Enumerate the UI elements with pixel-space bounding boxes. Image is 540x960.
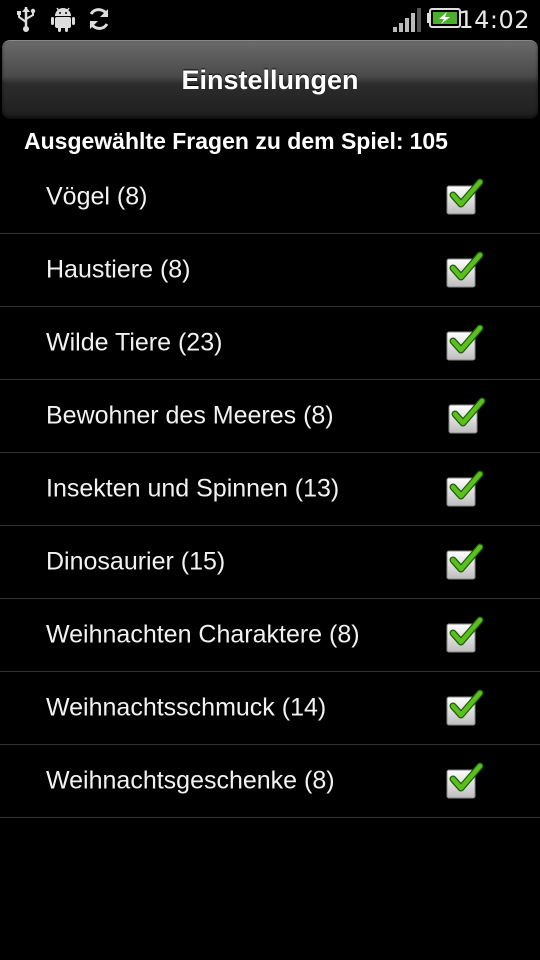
category-label: Dinosaurier (15) [46, 547, 226, 576]
list-item[interactable]: Dinosaurier (15) [0, 526, 540, 599]
category-label: Weihnachten Charaktere (8) [46, 620, 360, 649]
list-item[interactable]: Weihnachtsgeschenke (8) [0, 745, 540, 818]
category-list: Vögel (8) Haustiere (8) Wilde Tiere (23) Be… [0, 161, 540, 818]
list-item[interactable]: Insekten und Spinnen (13) [0, 453, 540, 526]
checkbox-checked-icon[interactable] [446, 178, 484, 216]
category-label: Weihnachtsschmuck (14) [46, 693, 327, 722]
list-item[interactable]: Weihnachtsschmuck (14) [0, 672, 540, 745]
summary-label: Ausgewählte Fragen zu dem Spiel: [24, 128, 404, 154]
clock: 14:02 [458, 6, 530, 34]
checkbox-checked-icon[interactable] [446, 324, 484, 362]
selected-questions-summary: Ausgewählte Fragen zu dem Spiel: 105 [24, 128, 448, 155]
signal-icon [393, 8, 421, 32]
android-debug-icon [51, 7, 75, 32]
category-label: Vögel (8) [46, 182, 148, 211]
list-item[interactable]: Wilde Tiere (23) [0, 307, 540, 380]
checkbox-checked-icon[interactable] [446, 762, 484, 800]
list-item[interactable]: Haustiere (8) [0, 234, 540, 307]
category-label: Haustiere (8) [46, 255, 191, 284]
category-label: Bewohner des Meeres (8) [46, 401, 334, 430]
checkbox-checked-icon[interactable] [446, 251, 484, 289]
category-label: Weihnachtsgeschenke (8) [46, 766, 335, 795]
battery-charging-icon [427, 8, 461, 28]
sync-icon [89, 8, 109, 30]
checkbox-checked-icon[interactable] [446, 470, 484, 508]
usb-icon [17, 7, 36, 32]
category-label: Wilde Tiere (23) [46, 328, 223, 357]
list-item[interactable]: Vögel (8) [0, 161, 540, 234]
checkbox-checked-icon[interactable] [446, 616, 484, 654]
status-bar: 14:02 [0, 0, 540, 38]
list-item[interactable]: Weihnachten Charaktere (8) [0, 599, 540, 672]
title-bar: Einstellungen [2, 40, 538, 119]
checkbox-checked-icon[interactable] [446, 543, 484, 581]
list-item[interactable]: Bewohner des Meeres (8) [0, 380, 540, 453]
summary-count: 105 [409, 128, 448, 154]
category-label: Insekten und Spinnen (13) [46, 474, 340, 503]
checkbox-checked-icon[interactable] [448, 397, 486, 435]
page-title: Einstellungen [181, 64, 359, 95]
checkbox-checked-icon[interactable] [446, 689, 484, 727]
